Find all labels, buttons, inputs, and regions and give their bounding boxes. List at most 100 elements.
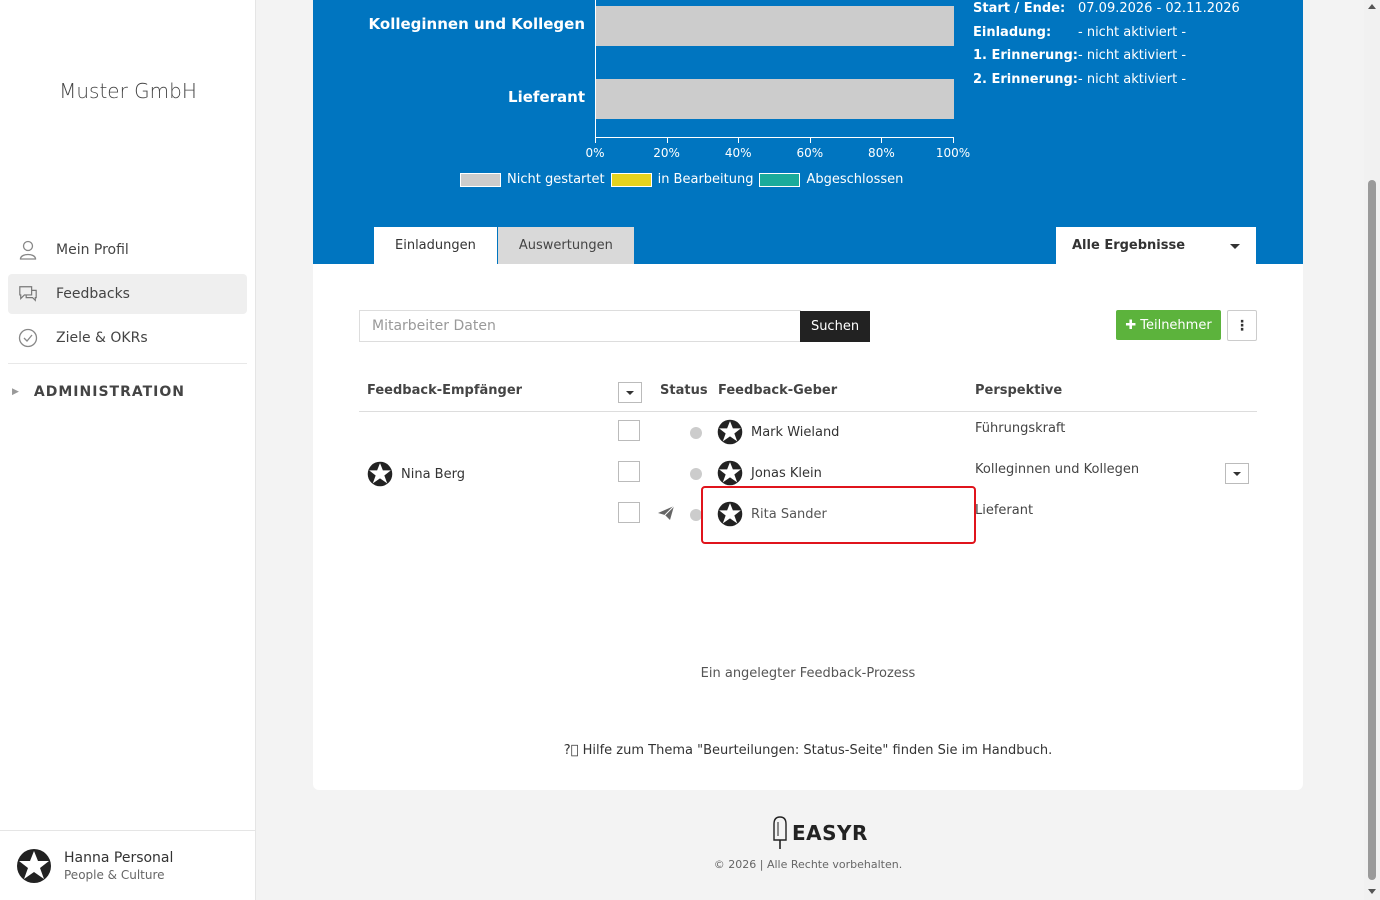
recipient-name: Nina Berg xyxy=(401,466,465,482)
legend-item: Nicht gestartet xyxy=(460,172,605,187)
popsicle-icon xyxy=(772,816,788,850)
meta-value: 07.09.2026 - 02.11.2026 xyxy=(1078,1,1240,17)
send-invitation-icon[interactable] xyxy=(657,505,675,521)
avatar xyxy=(16,848,52,884)
meta-value: - nicht aktiviert - xyxy=(1078,71,1187,87)
chart-x-axis xyxy=(595,137,954,138)
help-text[interactable]: ?⃝ Hilfe zum Thema "Beurteilungen: Statu… xyxy=(313,743,1303,758)
sidebar-item-administration[interactable]: ▶ ADMINISTRATION xyxy=(12,384,185,400)
meta-value: - nicht aktiviert - xyxy=(1078,48,1187,64)
recipient-cell: Nina Berg xyxy=(367,461,465,487)
question-circle-icon: ?⃝ xyxy=(563,743,579,758)
sidebar-item-label: Ziele & OKRs xyxy=(56,330,148,346)
legend-item: Abgeschlossen xyxy=(759,172,903,187)
meta-key: 1. Erinnerung: xyxy=(973,48,1079,64)
legend-label: in Bearbeitung xyxy=(657,172,754,187)
user-name: Hanna Personal xyxy=(64,849,174,866)
meta-row: Start / Ende: 07.09.2026 - 02.11.2026 xyxy=(973,0,1240,21)
col-header-giver: Feedback-Geber xyxy=(718,383,838,398)
copyright: © 2026 | Alle Rechte vorbehalten. xyxy=(713,858,903,871)
search-button[interactable]: Suchen xyxy=(800,311,870,342)
chart-category-label: Kolleginnen und Kollegen xyxy=(368,15,585,33)
row-checkbox[interactable] xyxy=(618,502,640,523)
col-header-status: Status xyxy=(660,383,708,398)
bulk-select-dropdown[interactable] xyxy=(618,382,642,403)
meta-row: 2. Erinnerung: - nicht aktiviert - xyxy=(973,68,1240,92)
caret-down-icon xyxy=(1230,244,1240,249)
legend-swatch xyxy=(460,172,501,187)
status-dot xyxy=(690,427,702,439)
legend-label: Abgeschlossen xyxy=(806,172,904,187)
avatar xyxy=(367,461,393,487)
table-row: Mark Wieland xyxy=(717,419,839,445)
chart-tick-label: 60% xyxy=(796,146,824,160)
status-dot xyxy=(690,468,702,480)
sidebar-item-mein-profil[interactable]: Mein Profil xyxy=(8,230,247,270)
chart-tick-label: 100% xyxy=(935,146,971,160)
meta-value: - nicht aktiviert - xyxy=(1078,24,1187,40)
sidebar-item-label: Mein Profil xyxy=(56,242,129,258)
caret-right-icon: ▶ xyxy=(12,387,20,397)
chart-tick xyxy=(595,137,596,143)
logo-text: EASYR xyxy=(792,821,868,845)
add-participant-label: Teilnehmer xyxy=(1140,317,1212,333)
chart-tick-label: 0% xyxy=(585,146,605,160)
tab-auswertungen[interactable]: Auswertungen xyxy=(497,227,634,264)
chart-bar xyxy=(596,6,954,46)
filter-value: Alle Ergebnisse xyxy=(1072,238,1186,253)
giver-name: Mark Wieland xyxy=(751,424,840,440)
scrollbar-thumb[interactable] xyxy=(1368,180,1376,880)
caret-down-icon xyxy=(1233,472,1241,476)
chart-tick-label: 40% xyxy=(724,146,752,160)
row-checkbox[interactable] xyxy=(618,461,640,482)
giver-name: Jonas Klein xyxy=(751,465,822,481)
table-header-divider xyxy=(359,411,1257,412)
col-header-perspective: Perspektive xyxy=(975,383,1063,398)
meta-key: Start / Ende: xyxy=(973,1,1066,17)
kebab-icon: ⋮ xyxy=(1235,317,1249,334)
sidebar: Muster GmbH Mein Profil Feedbacks Ziele … xyxy=(0,0,256,900)
user-role: People & Culture xyxy=(64,867,165,882)
chart-bar xyxy=(596,79,954,119)
add-participant-button[interactable]: ✚ Teilnehmer xyxy=(1116,310,1221,340)
invitations-panel: Mitarbeiter Daten Suchen ✚ Teilnehmer ⋮ … xyxy=(313,264,1303,790)
sidebar-item-feedbacks[interactable]: Feedbacks xyxy=(8,274,247,314)
chart-tick xyxy=(953,137,954,143)
legend-swatch xyxy=(610,172,652,187)
meta-row: 1. Erinnerung: - nicht aktiviert - xyxy=(973,44,1240,68)
chart-legend: Nicht gestartet in Bearbeitung Abgeschlo… xyxy=(460,172,909,187)
row-checkbox[interactable] xyxy=(618,420,640,441)
meta-key: Einladung: xyxy=(973,24,1052,40)
chart-tick xyxy=(881,137,883,143)
plus-icon: ✚ xyxy=(1125,317,1137,333)
nav-divider xyxy=(8,363,247,364)
process-count: Ein angelegter Feedback-Prozess xyxy=(700,666,916,681)
search-input[interactable]: Mitarbeiter Daten xyxy=(359,310,801,342)
scrollbar[interactable] xyxy=(1364,0,1380,900)
check-circle-icon xyxy=(18,328,38,348)
scroll-up-icon[interactable] xyxy=(1368,4,1376,9)
easyr-logo: EASYR xyxy=(772,816,868,850)
table-row: Jonas Klein xyxy=(717,460,822,486)
legend-item: in Bearbeitung xyxy=(610,172,754,187)
perspective-cell: Lieferant xyxy=(975,503,1034,518)
row-actions-dropdown[interactable] xyxy=(1225,463,1249,484)
admin-label: ADMINISTRATION xyxy=(33,384,185,400)
more-options-button[interactable]: ⋮ xyxy=(1227,310,1257,341)
chart-tick xyxy=(666,137,668,143)
chart-category-label: Lieferant xyxy=(508,88,585,106)
tab-bar: Einladungen Auswertungen xyxy=(374,227,634,264)
scroll-down-icon[interactable] xyxy=(1368,889,1376,894)
chart-tick xyxy=(809,137,811,143)
process-meta: Start / Ende: 07.09.2026 - 02.11.2026 Ein… xyxy=(973,0,1240,91)
sidebar-item-ziele-okrs[interactable]: Ziele & OKRs xyxy=(8,318,247,358)
tab-einladungen[interactable]: Einladungen xyxy=(374,227,497,264)
chart-tick-label: 20% xyxy=(653,146,680,160)
meta-key: 2. Erinnerung: xyxy=(973,71,1079,87)
sidebar-item-label: Feedbacks xyxy=(56,286,130,302)
chart-tick xyxy=(738,137,740,143)
sidebar-nav: Mein Profil Feedbacks Ziele & OKRs xyxy=(8,230,247,362)
user-profile[interactable]: Hanna Personal People & Culture xyxy=(0,830,256,900)
result-filter-select[interactable]: Alle Ergebnisse xyxy=(1056,227,1256,264)
avatar xyxy=(717,419,743,445)
